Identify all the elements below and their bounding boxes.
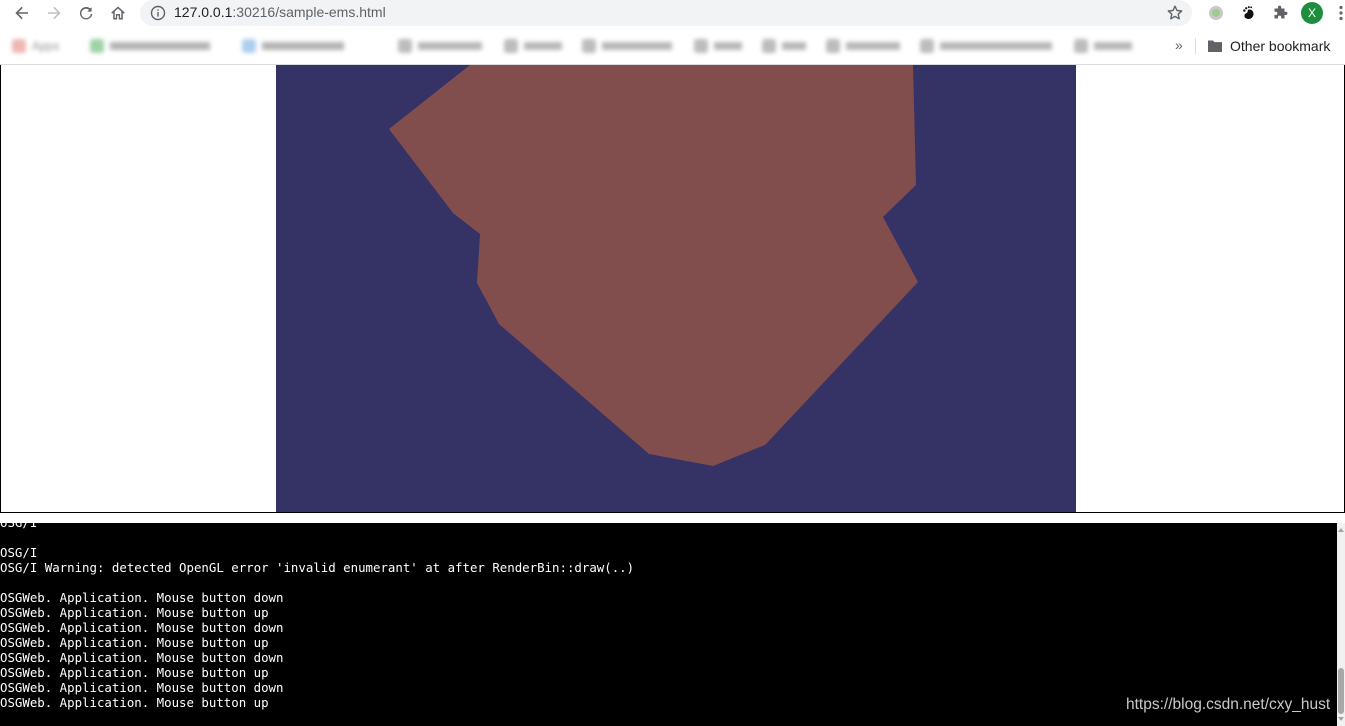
- bookmark-favicon: [398, 39, 412, 53]
- console-scrollbar[interactable]: [1337, 523, 1345, 726]
- three-dots-icon[interactable]: [1337, 4, 1345, 22]
- console-line: OSGWeb. Application. Mouse button up: [0, 605, 269, 620]
- home-button[interactable]: [106, 2, 130, 24]
- arrow-left-icon: [15, 6, 28, 20]
- bookmark-item[interactable]: [1074, 37, 1138, 55]
- bookmark-favicon: [694, 39, 708, 53]
- url-text[interactable]: 127.0.0.1:30216/sample-ems.html: [174, 4, 386, 20]
- info-icon[interactable]: [150, 5, 166, 21]
- bookmark-label: [1094, 42, 1132, 50]
- other-bookmarks-label: Other bookmark: [1230, 38, 1331, 54]
- console-line: OSGWeb. Application. Mouse button down: [0, 680, 284, 695]
- profile-avatar[interactable]: X: [1301, 2, 1323, 24]
- address-bar[interactable]: 127.0.0.1:30216/sample-ems.html: [140, 0, 1192, 26]
- console-line: OSGWeb. Application. Mouse button down: [0, 650, 284, 665]
- bookmark-label: [782, 42, 806, 50]
- console-line: OSGWeb. Application. Mouse button up: [0, 665, 269, 680]
- url-path: :30216/sample-ems.html: [232, 4, 386, 20]
- bookmark-label: [846, 42, 900, 50]
- bookmark-item[interactable]: [694, 37, 748, 55]
- arrow-right-icon: [48, 6, 61, 20]
- webgl-canvas[interactable]: [276, 65, 1076, 512]
- bookmark-item[interactable]: [242, 37, 352, 55]
- bookmark-label: [940, 42, 1052, 50]
- bookmark-label: Apps: [32, 39, 60, 53]
- reload-icon: [79, 6, 93, 20]
- scrollbar-thumb[interactable]: [1338, 668, 1344, 714]
- bookmarks-overflow-button[interactable]: »: [1175, 36, 1183, 54]
- star-icon[interactable]: [1166, 4, 1184, 22]
- browser-toolbar: 127.0.0.1:30216/sample-ems.html X: [0, 0, 1345, 27]
- osg-render-view[interactable]: [276, 65, 1076, 512]
- watermark-text: https://blog.csdn.net/cxy_hust: [1126, 696, 1331, 713]
- bookmarks-divider: [1195, 38, 1196, 54]
- circle-extension-icon: [1209, 6, 1223, 20]
- console-line: OSG/I: [0, 523, 37, 530]
- puzzle-piece-icon: [1274, 5, 1288, 19]
- circle-extension-button[interactable]: [1207, 4, 1225, 22]
- bookmark-favicon: [90, 39, 104, 53]
- console-line: OSG/I: [0, 545, 38, 560]
- console-line: OSGWeb. Application. Mouse button down: [0, 590, 284, 605]
- bookmark-label: [714, 42, 742, 50]
- console-line: OSGWeb. Application. Mouse button up: [0, 695, 269, 710]
- bookmarks-bar: Apps: [0, 27, 1345, 64]
- console-line: OSGWeb. Application. Mouse button up: [0, 635, 269, 650]
- forward-button[interactable]: [42, 2, 66, 24]
- bookmark-label: [418, 42, 482, 50]
- bookmark-favicon: [762, 39, 776, 53]
- bookmark-item[interactable]: [90, 37, 220, 55]
- bookmark-label: [262, 42, 344, 50]
- console-line: OSGWeb. Application. Mouse button down: [0, 620, 284, 635]
- back-button[interactable]: [10, 2, 34, 24]
- bookmark-item[interactable]: [582, 37, 680, 55]
- bookmark-label: [602, 42, 672, 50]
- url-host: 127.0.0.1: [174, 4, 233, 20]
- scroll-down-arrow-icon[interactable]: [1338, 717, 1344, 721]
- bookmark-item[interactable]: [504, 37, 568, 55]
- reload-button[interactable]: [74, 2, 98, 24]
- bookmark-item[interactable]: [762, 37, 812, 55]
- extensions-button[interactable]: [1271, 4, 1289, 22]
- bookmark-item[interactable]: Apps: [12, 37, 82, 55]
- gnome-foot-extension-icon: [1243, 6, 1254, 19]
- bookmark-favicon: [920, 39, 934, 53]
- home-icon: [111, 6, 125, 20]
- folder-icon: [1208, 40, 1222, 52]
- bookmark-favicon: [12, 39, 26, 53]
- bookmark-label: [110, 42, 210, 50]
- bookmark-favicon: [1074, 39, 1088, 53]
- bookmark-favicon: [504, 39, 518, 53]
- bookmark-label: [524, 42, 562, 50]
- scroll-up-arrow-icon[interactable]: [1338, 528, 1344, 532]
- bookmark-favicon: [242, 39, 256, 53]
- other-bookmarks-button[interactable]: Other bookmark: [1207, 37, 1330, 55]
- bookmark-item[interactable]: [920, 37, 1060, 55]
- gnome-foot-extension-button[interactable]: [1239, 4, 1257, 22]
- bookmark-favicon: [582, 39, 596, 53]
- bookmark-item[interactable]: [826, 37, 906, 55]
- bookmark-item[interactable]: [398, 37, 490, 55]
- bookmark-favicon: [826, 39, 840, 53]
- console-line: OSG/I Warning: detected OpenGL error 'in…: [0, 560, 635, 575]
